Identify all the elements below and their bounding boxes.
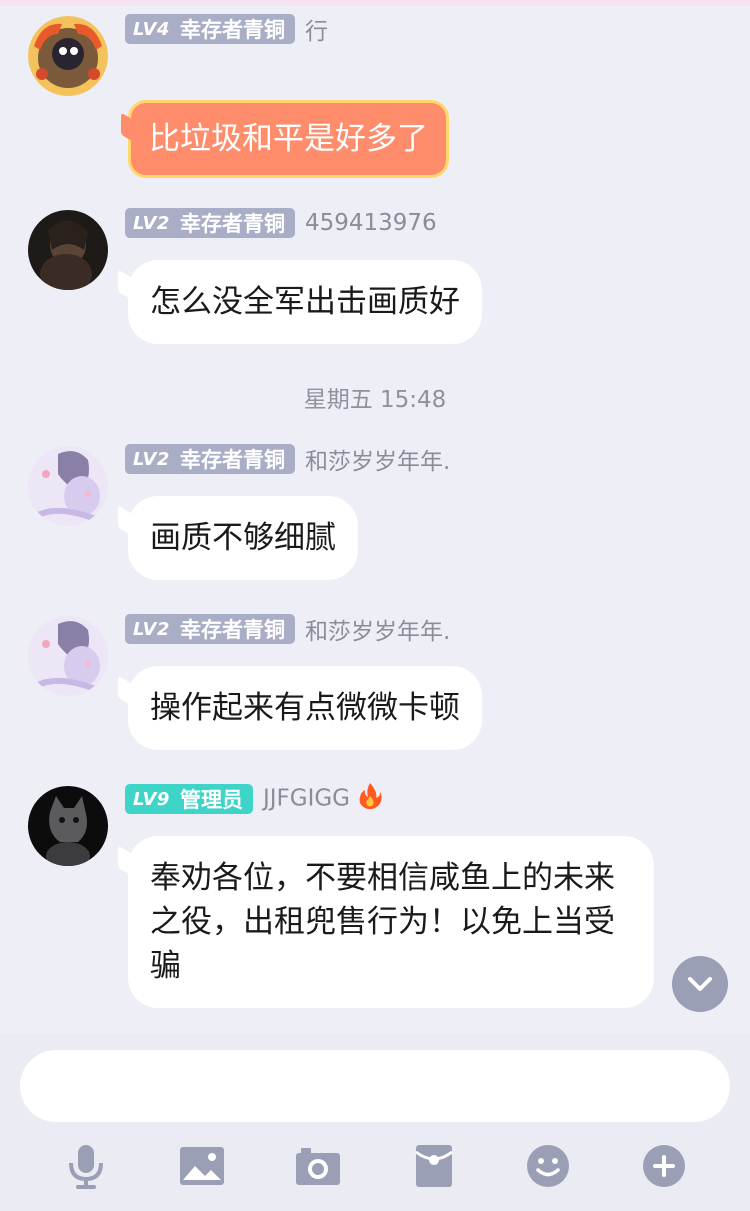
input-bar [0, 1034, 750, 1211]
message-text: 怎么没全军出击画质好 [150, 284, 460, 320]
level-label: LV2 [133, 618, 170, 640]
sender-meta: LV2 幸存者青铜 和莎岁岁年年. [125, 442, 450, 476]
sender-nickname[interactable]: JJFGIGG [263, 782, 382, 816]
sender-meta: LV9 管理员 JJFGIGG [125, 782, 382, 816]
plus-icon [643, 1145, 685, 1187]
level-label: LV9 [133, 788, 170, 810]
level-badge: LV4 幸存者青铜 [125, 14, 295, 44]
image-button[interactable] [178, 1142, 226, 1190]
sender-meta: LV2 幸存者青铜 459413976 [125, 206, 437, 240]
toolbar [0, 1142, 750, 1190]
image-icon [180, 1147, 224, 1185]
emoji-button[interactable] [524, 1142, 572, 1190]
message-bubble[interactable]: 画质不够细腻 [128, 496, 358, 580]
camera-button[interactable] [294, 1142, 342, 1190]
scroll-to-bottom-button[interactable] [672, 956, 728, 1012]
sender-nickname[interactable]: 459413976 [305, 210, 437, 236]
message-bubble[interactable]: 奉劝各位，不要相信咸鱼上的未来之役，出租兜售行为！以免上当受骗 [128, 836, 654, 1008]
rank-title: 幸存者青铜 [179, 618, 285, 642]
message-text: 比垃圾和平是好多了 [149, 121, 428, 157]
chevron-down-icon [688, 977, 712, 991]
microphone-icon [69, 1145, 103, 1189]
red-packet-button[interactable] [410, 1142, 458, 1190]
sender-meta: LV2 幸存者青铜 和莎岁岁年年. [125, 612, 450, 646]
avatar[interactable] [28, 446, 108, 526]
emoji-icon [527, 1145, 569, 1187]
rank-title: 幸存者青铜 [179, 212, 285, 236]
avatar[interactable] [28, 210, 108, 290]
level-badge: LV2 幸存者青铜 [125, 614, 295, 644]
message-text: 操作起来有点微微卡顿 [150, 690, 460, 726]
level-label: LV2 [133, 448, 170, 470]
rank-title: 管理员 [179, 788, 243, 812]
message-bubble[interactable]: 怎么没全军出击画质好 [128, 260, 482, 344]
rank-title: 幸存者青铜 [179, 18, 285, 42]
more-button[interactable] [640, 1142, 688, 1190]
chat-message-list[interactable]: LV4 幸存者青铜 行 比垃圾和平是好多了 LV2 幸存者青铜 45941397… [0, 6, 750, 1034]
avatar[interactable] [28, 616, 108, 696]
message-text: 画质不够细腻 [150, 520, 336, 556]
avatar[interactable] [28, 786, 108, 866]
message-bubble[interactable]: 操作起来有点微微卡顿 [128, 666, 482, 750]
sender-nickname[interactable]: 行 [305, 12, 328, 46]
message-input[interactable] [20, 1050, 730, 1122]
sender-meta: LV4 幸存者青铜 行 [125, 12, 328, 46]
camera-icon [296, 1148, 340, 1185]
level-label: LV4 [133, 18, 170, 40]
message-bubble[interactable]: 比垃圾和平是好多了 [128, 100, 449, 178]
nickname-text: JJFGIGG [262, 785, 351, 812]
level-label: LV2 [133, 212, 170, 234]
level-badge: LV2 幸存者青铜 [125, 444, 295, 474]
sender-nickname[interactable]: 和莎岁岁年年. [305, 612, 450, 646]
level-badge: LV9 管理员 [125, 784, 253, 814]
rank-title: 幸存者青铜 [179, 448, 285, 472]
red-packet-icon [415, 1145, 453, 1187]
message-text: 奉劝各位，不要相信咸鱼上的未来之役，出租兜售行为！以免上当受骗 [150, 860, 615, 984]
level-badge: LV2 幸存者青铜 [125, 208, 295, 238]
time-divider: 星期五 15:48 [303, 387, 447, 413]
voice-button[interactable] [62, 1142, 110, 1190]
fire-icon [358, 782, 382, 816]
sender-nickname[interactable]: 和莎岁岁年年. [305, 442, 450, 476]
avatar[interactable] [28, 16, 108, 96]
